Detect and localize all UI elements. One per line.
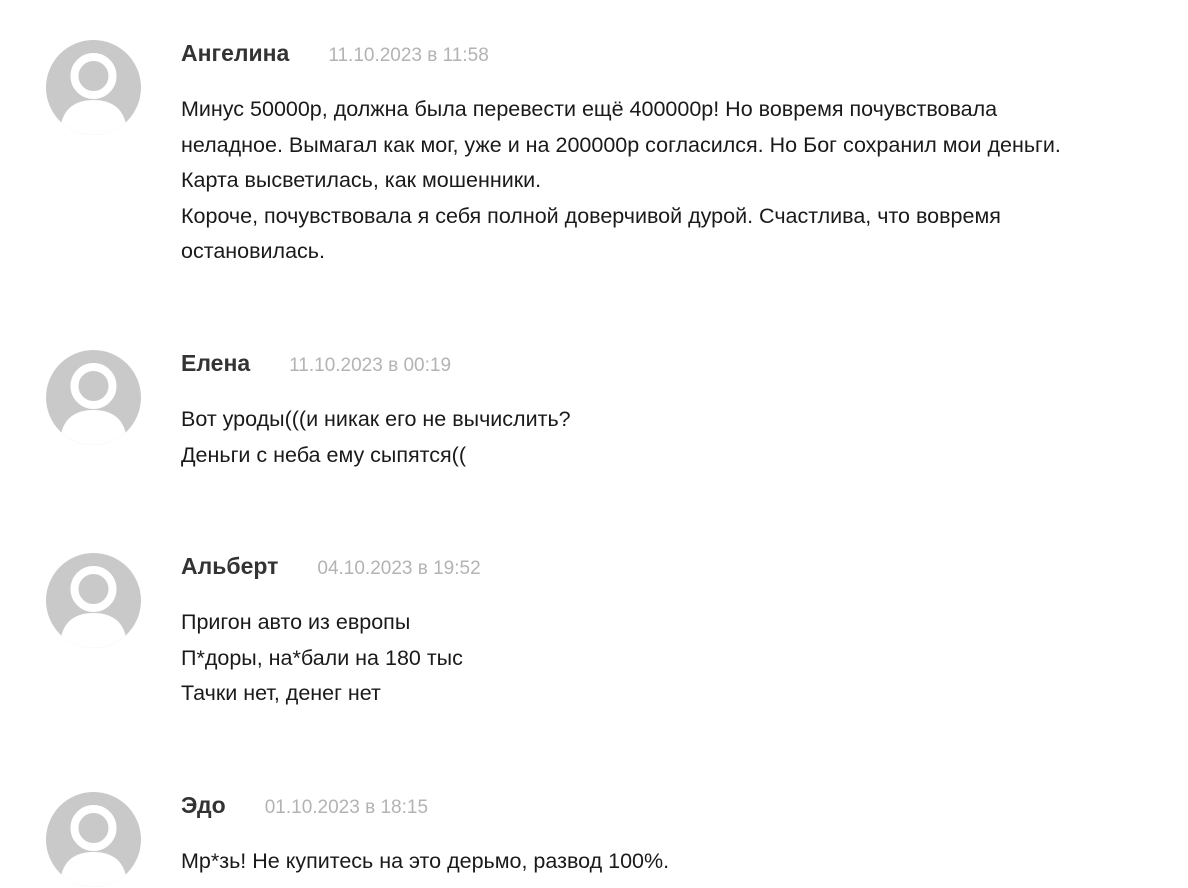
- comment-date[interactable]: 04.10.2023 в 19:52: [317, 558, 480, 580]
- comment-line: Пригон авто из европы: [181, 610, 411, 634]
- user-avatar-icon: [60, 363, 127, 445]
- comment-line: Вот уроды(((и никак его не вычислить?: [181, 407, 571, 431]
- comment-meta: Эдо 01.10.2023 в 18:15: [181, 792, 428, 824]
- comment-text: Минус 50000р, должна была перевести ещё …: [181, 92, 1171, 270]
- comment-author[interactable]: Альберт: [181, 553, 278, 580]
- comment-date[interactable]: 01.10.2023 в 18:15: [265, 797, 428, 819]
- user-avatar-icon: [60, 566, 127, 648]
- comment-line: Мр*зь! Не купитесь на это дерьмо, развод…: [181, 849, 670, 873]
- comment-line: неладное. Вымагал как мог, уже и на 2000…: [181, 132, 1061, 157]
- comment-line: Тачки нет, денег нет: [181, 681, 381, 705]
- comment-meta: Ангелина 11.10.2023 в 11:58: [181, 40, 489, 72]
- comment-line: остановилась.: [181, 239, 325, 263]
- comment-author[interactable]: Эдо: [181, 792, 226, 819]
- user-avatar-icon: [60, 53, 127, 135]
- comment-author[interactable]: Ангелина: [181, 40, 289, 67]
- comment-text: Мр*зь! Не купитесь на это дерьмо, развод…: [181, 844, 1171, 880]
- avatar: [46, 553, 141, 648]
- avatar: [46, 792, 141, 887]
- avatar: [46, 40, 141, 135]
- user-avatar-icon: [60, 805, 127, 887]
- comment-meta: Альберт 04.10.2023 в 19:52: [181, 553, 481, 585]
- comment-line: Деньги с неба ему сыпятся((: [181, 442, 466, 467]
- comment-text: Пригон авто из европы П*доры, на*бали на…: [181, 605, 1171, 712]
- comment-date[interactable]: 11.10.2023 в 00:19: [289, 355, 451, 377]
- comment-line: Короче, почувствовала я себя полной дове…: [181, 203, 1001, 228]
- comment-line: П*доры, на*бали на 180 тыс: [181, 645, 463, 670]
- comment-author[interactable]: Елена: [181, 350, 250, 377]
- comment-text: Вот уроды(((и никак его не вычислить? Де…: [181, 402, 1171, 473]
- comment-line: Минус 50000р, должна была перевести ещё …: [181, 97, 998, 121]
- avatar: [46, 350, 141, 445]
- comment-line: Карта высветилась, как мошенники.: [181, 168, 542, 192]
- comment-date[interactable]: 11.10.2023 в 11:58: [328, 45, 488, 67]
- comment-meta: Елена 11.10.2023 в 00:19: [181, 350, 451, 382]
